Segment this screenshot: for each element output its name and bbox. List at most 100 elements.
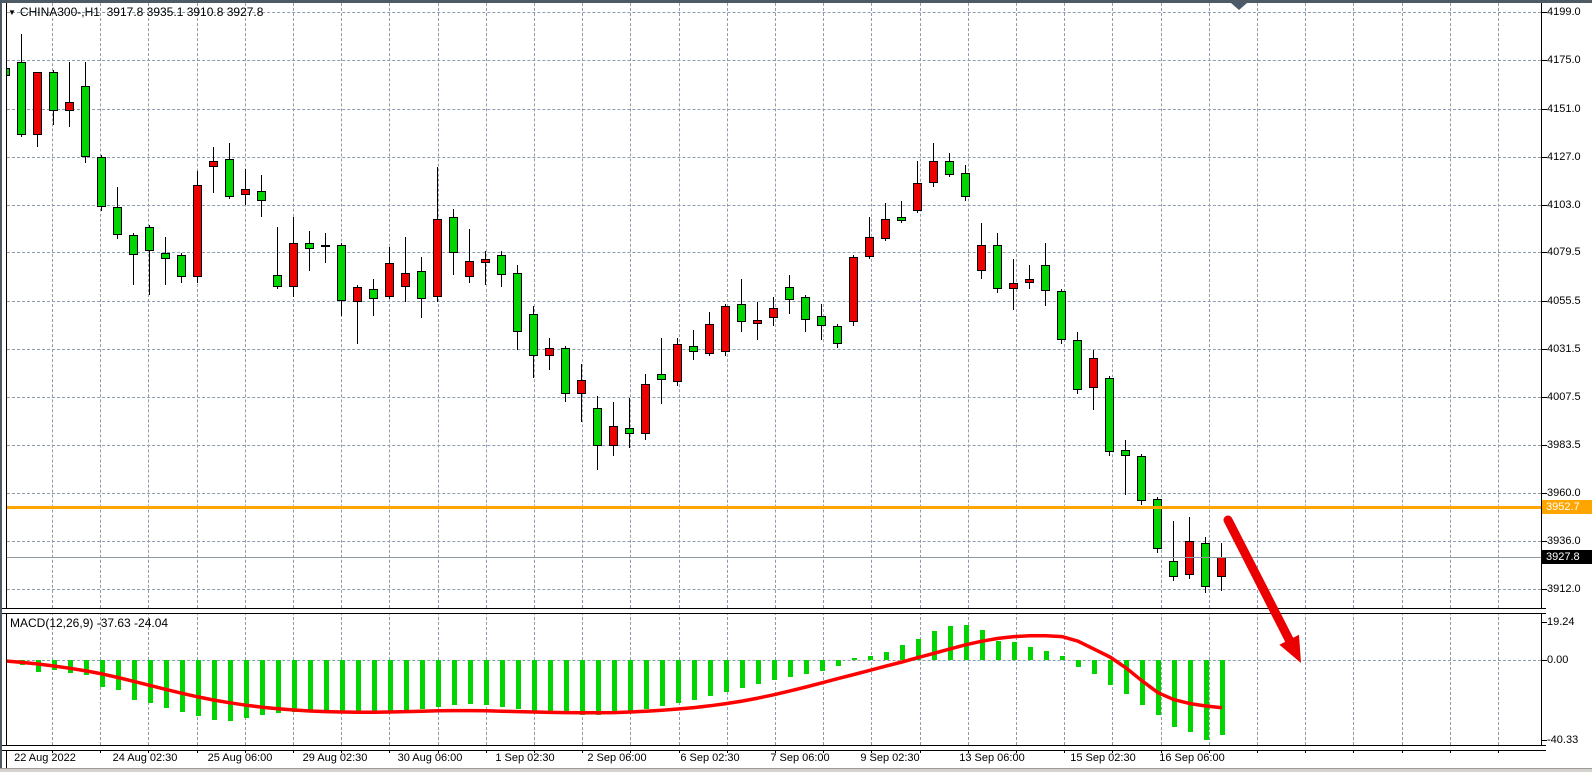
horizontal-gridline bbox=[7, 493, 1541, 494]
time-axis-label: 2 Sep 06:00 bbox=[567, 752, 667, 764]
candlestick bbox=[721, 306, 730, 352]
price-axis-label: 4199.0 bbox=[1547, 5, 1592, 19]
candlestick bbox=[817, 316, 826, 326]
window-bottom-strip bbox=[0, 768, 1592, 772]
candlestick bbox=[1105, 378, 1114, 452]
candlestick bbox=[1137, 456, 1146, 500]
candle-wick bbox=[405, 237, 406, 301]
time-axis-label: 29 Aug 02:30 bbox=[285, 752, 385, 764]
candlestick bbox=[529, 314, 538, 356]
candlestick bbox=[977, 245, 986, 271]
pane-separator[interactable] bbox=[0, 608, 1546, 614]
candlestick bbox=[865, 237, 874, 257]
vertical-gridline bbox=[1257, 3, 1258, 608]
candlestick bbox=[497, 255, 506, 275]
vertical-gridline bbox=[775, 3, 776, 608]
vertical-gridline bbox=[389, 3, 390, 608]
price-axis-label: 4175.0 bbox=[1547, 53, 1592, 67]
candlestick bbox=[177, 255, 186, 277]
candlestick bbox=[81, 86, 90, 156]
horizontal-gridline bbox=[7, 157, 1541, 158]
candlestick bbox=[337, 245, 346, 301]
candlestick bbox=[193, 185, 202, 277]
candlestick bbox=[321, 245, 330, 247]
candlestick bbox=[65, 102, 74, 110]
candlestick bbox=[113, 207, 122, 235]
vertical-gridline bbox=[582, 3, 583, 608]
vertical-gridline bbox=[630, 3, 631, 608]
window-left-border bbox=[0, 0, 2, 768]
candlestick bbox=[753, 320, 762, 324]
horizontal-gridline bbox=[7, 397, 1541, 398]
candlestick bbox=[513, 273, 522, 331]
vertical-gridline bbox=[534, 3, 535, 608]
candlestick bbox=[833, 326, 842, 344]
vertical-gridline bbox=[245, 3, 246, 608]
candlestick bbox=[641, 384, 650, 434]
vertical-gridline bbox=[100, 3, 101, 608]
chart-title: ▼ CHINA300-,H1 3917.8 3935.1 3910.8 3927.… bbox=[8, 5, 263, 19]
candlestick bbox=[417, 271, 426, 299]
candlestick bbox=[289, 243, 298, 287]
horizontal-gridline bbox=[7, 252, 1541, 253]
vertical-gridline bbox=[148, 3, 149, 608]
time-axis: 22 Aug 202224 Aug 02:3025 Aug 06:0029 Au… bbox=[6, 749, 1542, 768]
price-axis-label: 4055.5 bbox=[1547, 294, 1592, 308]
price-axis-label: 3960.0 bbox=[1547, 486, 1592, 500]
candlestick bbox=[1201, 543, 1210, 587]
candle-wick bbox=[693, 330, 694, 360]
horizontal-gridline bbox=[7, 589, 1541, 590]
pane-separator-bottom[interactable] bbox=[0, 745, 1546, 751]
candlestick bbox=[129, 235, 138, 255]
vertical-gridline bbox=[871, 3, 872, 608]
candlestick bbox=[401, 273, 410, 287]
price-axis-label: 4151.0 bbox=[1547, 102, 1592, 116]
candlestick bbox=[961, 173, 970, 197]
candlestick bbox=[49, 72, 58, 110]
candlestick bbox=[849, 257, 858, 321]
ohlc-values: 3917.8 3935.1 3910.8 3927.8 bbox=[107, 5, 264, 19]
price-axis-label: 3912.0 bbox=[1547, 582, 1592, 596]
candlestick bbox=[897, 217, 906, 221]
candlestick bbox=[673, 344, 682, 382]
candlestick bbox=[1217, 557, 1226, 577]
candle-wick bbox=[245, 169, 246, 205]
dropdown-icon[interactable]: ▼ bbox=[8, 8, 16, 17]
candlestick bbox=[1009, 283, 1018, 289]
vertical-gridline bbox=[823, 3, 824, 608]
candlestick bbox=[785, 287, 794, 299]
vertical-gridline bbox=[679, 3, 680, 608]
vertical-gridline bbox=[968, 3, 969, 608]
candlestick bbox=[17, 62, 26, 134]
candlestick bbox=[913, 183, 922, 211]
candlestick bbox=[241, 189, 250, 195]
horizontal-gridline bbox=[7, 445, 1541, 446]
orange-level-line[interactable] bbox=[7, 506, 1541, 509]
time-axis-label: 30 Aug 06:00 bbox=[380, 752, 480, 764]
price-axis-label: 3983.5 bbox=[1547, 438, 1592, 452]
candlestick bbox=[881, 219, 890, 239]
price-pane[interactable] bbox=[6, 3, 1542, 608]
vertical-gridline bbox=[1353, 3, 1354, 608]
candlestick bbox=[801, 297, 810, 319]
vertical-gridline bbox=[1305, 3, 1306, 608]
price-axis-label: 4031.5 bbox=[1547, 342, 1592, 356]
candlestick bbox=[993, 245, 1002, 289]
candle-wick bbox=[165, 237, 166, 285]
candlestick bbox=[1089, 358, 1098, 388]
vertical-gridline bbox=[1016, 3, 1017, 608]
symbol-period-label: CHINA300-,H1 bbox=[20, 5, 100, 19]
macd-axis-label: 0.00 bbox=[1547, 653, 1592, 667]
trading-chart-window: 22 Aug 202224 Aug 02:3025 Aug 06:0029 Au… bbox=[0, 0, 1592, 772]
time-axis-label: 13 Sep 06:00 bbox=[942, 752, 1042, 764]
candlestick bbox=[689, 346, 698, 352]
price-axis-label: 3936.0 bbox=[1547, 534, 1592, 548]
price-axis-label: 4127.0 bbox=[1547, 150, 1592, 164]
macd-pane[interactable] bbox=[6, 612, 1542, 745]
candlestick bbox=[609, 426, 618, 446]
price-axis-label: 4103.0 bbox=[1547, 198, 1592, 212]
candlestick bbox=[1041, 265, 1050, 291]
vertical-gridline bbox=[197, 3, 198, 608]
candlestick bbox=[385, 263, 394, 297]
candlestick bbox=[225, 159, 234, 197]
